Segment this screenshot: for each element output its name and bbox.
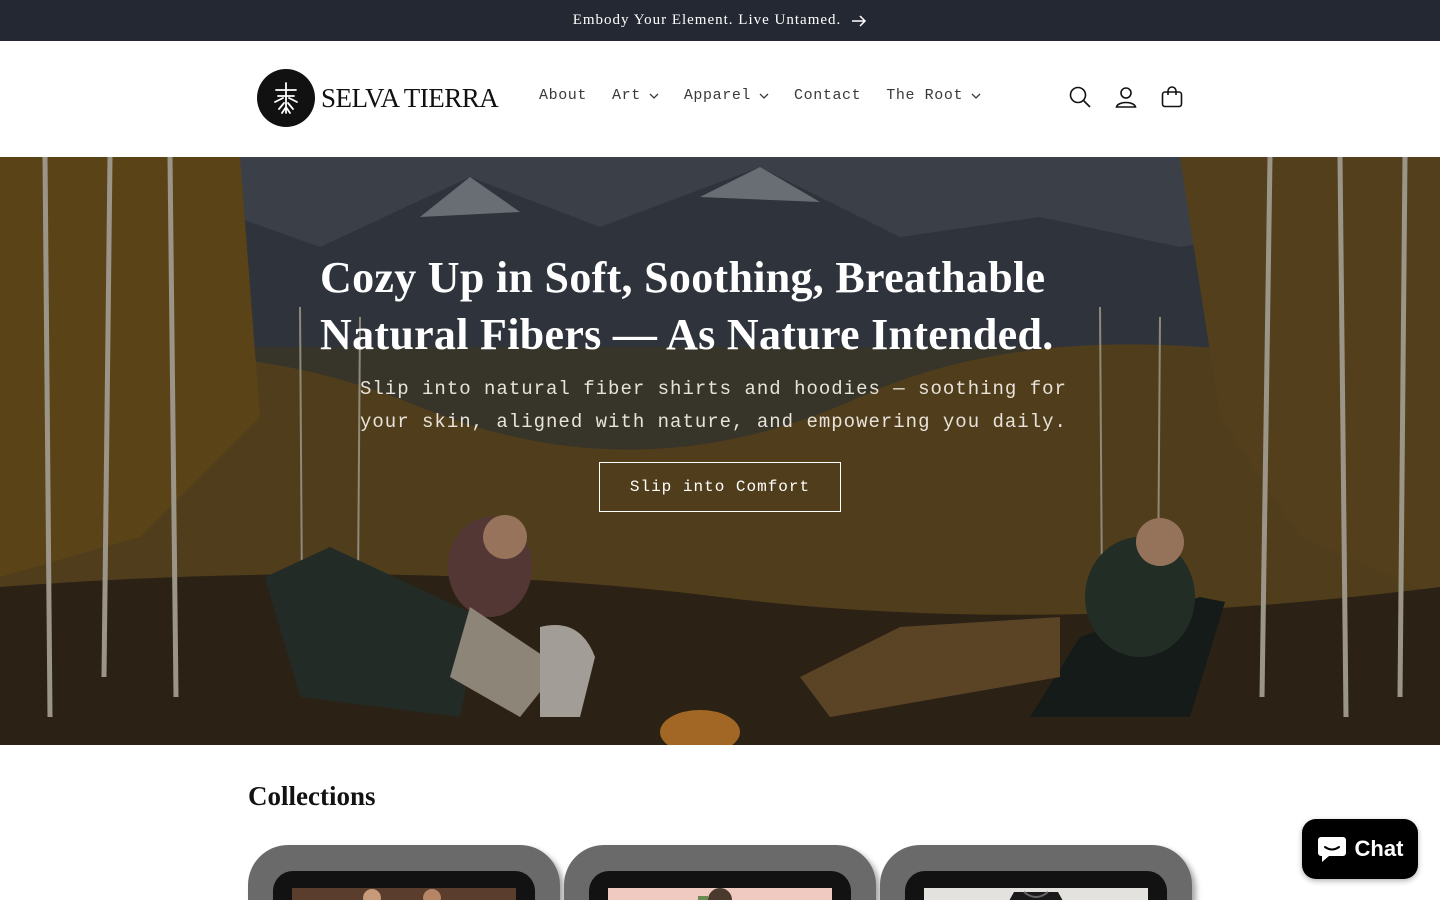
main-nav: About Art Apparel Contact The Root [539,87,1006,104]
announcement-bar[interactable]: Embody Your Element. Live Untamed. [0,0,1440,41]
collections-heading: Collections [248,781,376,811]
chat-label: Chat [1354,836,1404,861]
collection-card-frame [905,871,1167,900]
nav-item-art[interactable]: Art [612,87,659,104]
chevron-down-icon [971,93,981,99]
nav-item-apparel[interactable]: Apparel [684,87,769,104]
collection-card-frame [273,871,535,900]
account-icon[interactable] [1114,85,1138,109]
brand-name: SELVA TIERRA [321,82,499,113]
brand-logo[interactable]: SELVA TIERRA [257,69,499,127]
nav-item-label: Contact [794,87,862,104]
site-header: SELVA TIERRA About Art Apparel Contact T… [0,41,1440,157]
chat-button[interactable]: Chat [1302,819,1418,879]
arrow-right-icon [852,14,867,27]
collection-card[interactable] [248,845,560,900]
nav-item-label: The Root [886,87,964,104]
hero-overlay [0,157,1440,745]
collection-image [924,888,1148,900]
chevron-down-icon [649,93,659,99]
collection-card[interactable] [564,845,876,900]
nav-item-the-root[interactable]: The Root [886,87,981,104]
cart-icon[interactable] [1160,85,1184,109]
search-icon[interactable] [1068,85,1092,109]
logo-emblem-icon [257,69,315,127]
hero-cta-button[interactable]: Slip into Comfort [599,462,841,512]
hero-banner: Cozy Up in Soft, Soothing, Breathable Na… [0,157,1440,745]
nav-item-label: Apparel [683,87,752,104]
nav-item-about[interactable]: About [539,87,587,104]
nav-item-contact[interactable]: Contact [794,87,861,104]
chat-bubble-icon [1317,837,1346,862]
header-actions [1068,85,1184,109]
collection-image [608,888,832,900]
hero-subtitle: Slip into natural fiber shirts and hoodi… [360,378,1067,433]
collection-card-frame [589,871,851,900]
hero-title: Cozy Up in Soft, Soothing, Breathable Na… [320,253,1054,359]
announcement-text: Embody Your Element. Live Untamed. [572,12,842,28]
collection-card[interactable] [880,845,1192,900]
nav-item-label: Art [612,87,641,104]
chevron-down-icon [759,93,769,99]
collection-image [292,888,516,900]
nav-item-label: About [539,87,588,104]
